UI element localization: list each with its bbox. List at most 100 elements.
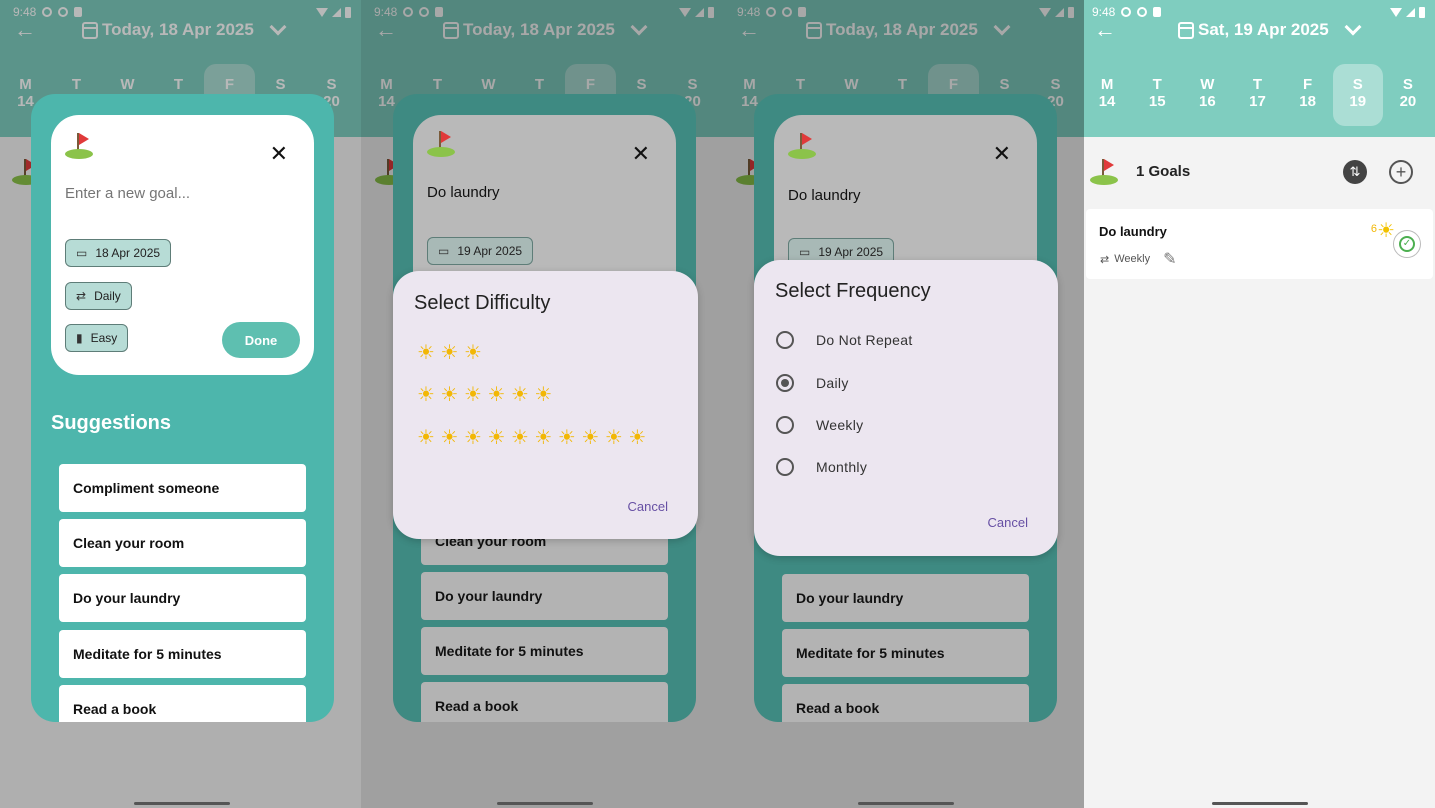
cancel-button[interactable]: Cancel [628, 499, 668, 514]
option-label: Monthly [816, 459, 868, 475]
screen-goal-list: 9:48 ← Sat, 19 Apr 2025 M 14 T 15 W 16 T 17 … [1084, 0, 1435, 808]
option-label: Daily [816, 375, 849, 391]
day-number: 16 [1199, 93, 1216, 110]
close-icon[interactable]: ✕ [632, 143, 650, 165]
frequency-dialog: Select Frequency Do Not Repeat Daily Wee… [754, 260, 1058, 556]
calendar-icon: ▭ [438, 244, 450, 258]
chevron-down-icon [1344, 18, 1362, 36]
day-number: 20 [1399, 93, 1417, 110]
signal-icon [1406, 7, 1415, 17]
radio-selected-icon [776, 374, 794, 392]
frequency-chip[interactable]: ⇄ Daily [65, 282, 132, 310]
suggestions-title: Suggestions [51, 412, 172, 434]
screen-select-frequency: 9:48 ← Today, 18 Apr 2025 M14 T15 W16 T1… [724, 0, 1084, 808]
frequency-option-monthly[interactable]: Monthly [776, 458, 867, 476]
frequency-chip-label: Daily [94, 289, 121, 303]
goals-count: 1 Goals [1136, 163, 1191, 180]
difficulty-option-medium[interactable]: ☀ ☀ ☀ ☀ ☀ ☀ [417, 385, 552, 405]
day-letter: S [1352, 76, 1363, 93]
suggestion-item[interactable]: Meditate for 5 minutes [59, 630, 306, 678]
shield-icon [1137, 7, 1148, 17]
day-letter: F [1303, 76, 1313, 93]
flag-icon [788, 131, 816, 159]
day-letter: M [1100, 76, 1114, 93]
calendar-icon [1178, 21, 1194, 39]
radio-icon [776, 416, 794, 434]
wifi-icon [1390, 7, 1402, 17]
close-icon[interactable]: ✕ [270, 143, 288, 165]
complete-button[interactable]: ✓ [1393, 230, 1421, 258]
pencil-icon[interactable]: ✎ [1163, 249, 1176, 269]
difficulty-chip[interactable]: ▮ Easy [65, 324, 129, 352]
suggestion-item[interactable]: Do your laundry [782, 574, 1029, 622]
frequency-option-daily[interactable]: Daily [776, 374, 849, 392]
new-goal-sheet: ✕ ▭ 18 Apr 2025 ⇄ Daily ▮ Easy Done Suggest… [31, 94, 334, 722]
suggestion-item[interactable]: Read a book [421, 682, 668, 722]
day-wed[interactable]: W16 [1182, 64, 1232, 126]
day-mon[interactable]: M 14 [1084, 64, 1132, 126]
day-tue[interactable]: T15 [1132, 64, 1182, 126]
dialog-title: Select Frequency [775, 280, 931, 302]
done-button[interactable]: Done [222, 322, 300, 358]
gesture-bar[interactable] [1212, 802, 1308, 805]
sort-icon[interactable]: ⇅ [1343, 160, 1367, 184]
day-sun[interactable]: S 20 [1383, 64, 1433, 126]
flag-icon [1090, 157, 1118, 185]
gesture-bar[interactable] [858, 802, 954, 805]
goal-input[interactable]: Do laundry [427, 184, 647, 201]
day-number: 17 [1249, 93, 1266, 110]
suggestion-item[interactable]: Read a book [782, 684, 1029, 722]
option-label: Do Not Repeat [816, 332, 913, 348]
suggestion-item[interactable]: Compliment someone [59, 464, 306, 512]
suggestion-item[interactable]: Do your laundry [59, 574, 306, 622]
radio-icon [776, 458, 794, 476]
date-chip[interactable]: ▭ 18 Apr 2025 [65, 239, 172, 267]
cancel-button[interactable]: Cancel [988, 515, 1028, 530]
check-icon: ✓ [1399, 236, 1415, 252]
goal-card[interactable]: Do laundry ⇄ Weekly ✎ 6 ☀ ✓ [1086, 209, 1433, 279]
date-chip[interactable]: ▭ 19 Apr 2025 [427, 237, 534, 265]
dialog-title: Select Difficulty [414, 292, 551, 314]
suggestion-item[interactable]: Clean your room [59, 519, 306, 567]
goal-input[interactable]: Do laundry [788, 187, 1008, 204]
sun-icon: ☀ [1377, 220, 1395, 242]
repeat-icon: ⇄ [1100, 253, 1110, 266]
flag-icon [427, 129, 455, 157]
flag-icon [65, 131, 93, 159]
frequency-option-none[interactable]: Do Not Repeat [776, 331, 913, 349]
goal-input[interactable] [65, 185, 285, 202]
difficulty-option-hard[interactable]: ☀ ☀ ☀ ☀ ☀ ☀ ☀ ☀ ☀ ☀ [417, 428, 646, 448]
add-icon[interactable]: + [1389, 160, 1413, 184]
bar-chart-icon: ▮ [76, 331, 83, 345]
gesture-bar[interactable] [134, 802, 230, 805]
goal-frequency: Weekly [1114, 253, 1151, 265]
calendar-icon: ▭ [76, 246, 88, 260]
suggestion-item[interactable]: Do your laundry [421, 572, 668, 620]
calendar-icon: ▭ [799, 245, 811, 259]
day-letter: S [1402, 76, 1413, 93]
gesture-bar[interactable] [497, 802, 593, 805]
goals-header: 1 Goals ⇅ + [1084, 152, 1435, 192]
date-title: Sat, 19 Apr 2025 [1198, 20, 1329, 39]
close-icon[interactable]: ✕ [993, 143, 1011, 165]
suggestion-item[interactable]: Read a book [59, 685, 306, 722]
option-label: Weekly [816, 417, 864, 433]
battery-icon [1419, 6, 1425, 18]
difficulty-option-easy[interactable]: ☀ ☀ ☀ [417, 343, 482, 363]
goal-meta: ⇄ Weekly ✎ [1100, 249, 1177, 269]
radio-icon [776, 331, 794, 349]
date-chip-label: 19 Apr 2025 [818, 245, 884, 259]
day-fri[interactable]: F18 [1283, 64, 1333, 126]
day-thu[interactable]: T17 [1232, 64, 1282, 126]
dnd-icon [1121, 7, 1132, 17]
day-sat[interactable]: S19 [1332, 64, 1383, 126]
day-letter: W [1200, 76, 1215, 93]
suggestion-item[interactable]: Meditate for 5 minutes [421, 627, 668, 675]
back-arrow-icon[interactable]: ← [1094, 18, 1116, 42]
date-chip-label: 19 Apr 2025 [457, 244, 523, 258]
repeat-icon: ⇄ [76, 289, 87, 303]
difficulty-chip-label: Easy [90, 331, 118, 345]
suggestion-item[interactable]: Meditate for 5 minutes [782, 629, 1029, 677]
date-picker-button[interactable]: Sat, 19 Apr 2025 [1178, 18, 1362, 40]
frequency-option-weekly[interactable]: Weekly [776, 416, 863, 434]
